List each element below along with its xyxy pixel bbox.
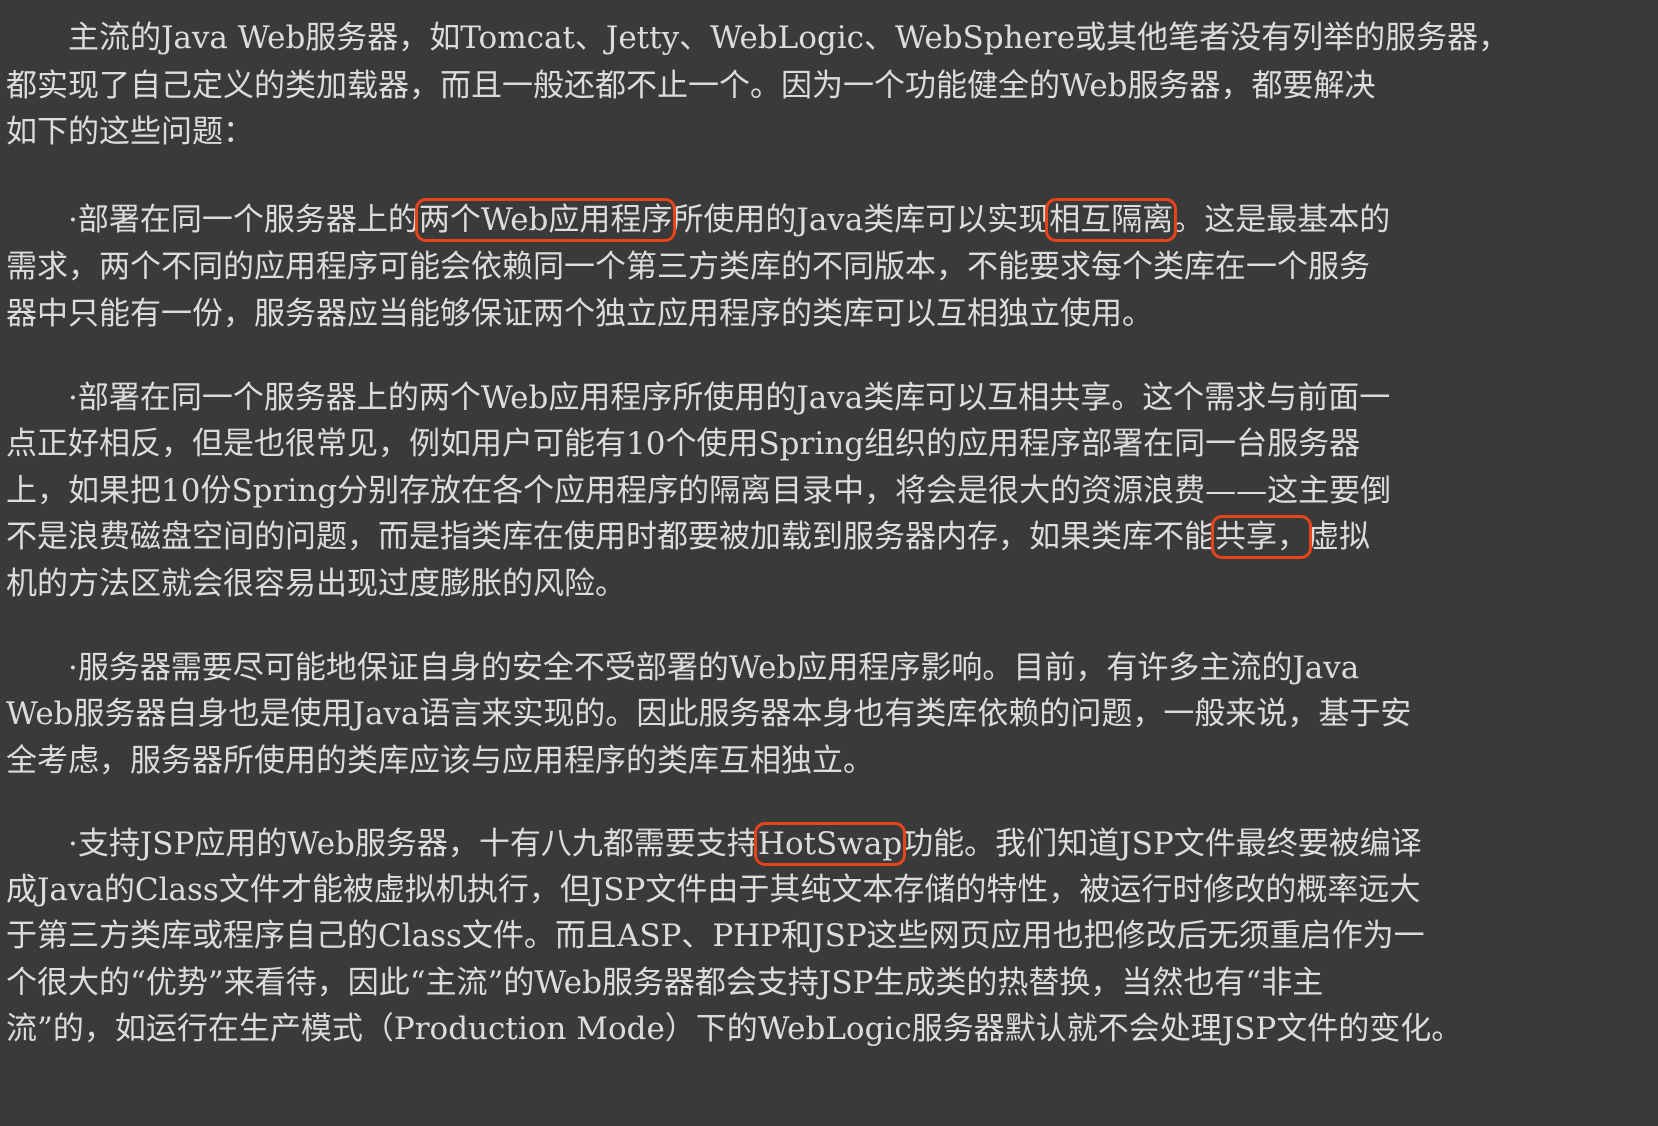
text-line: 于第三方类库或程序自己的Class文件。而且ASP、PHP和JSP这些网页应用也… (6, 918, 1425, 954)
text-line: 都实现了自己定义的类加载器，而且一般还都不止一个。因为一个功能健全的Web服务器… (6, 68, 1376, 104)
text-span: 所使用的Java类库可以实现 (672, 202, 1050, 238)
text-line: Web服务器自身也是使用Java语言来实现的。因此服务器本身也有类库依赖的问题，… (6, 696, 1412, 732)
highlight-isolation: 相互隔离 (1045, 198, 1178, 242)
text-span: 功能。我们知道JSP文件最终要被编译 (902, 826, 1422, 862)
text-line: 全考虑，服务器所使用的类库应该与应用程序的类库互相独立。 (6, 743, 874, 779)
text-line: ·服务器需要尽可能地保证自身的安全不受部署的Web应用程序影响。目前，有许多主流… (6, 650, 1360, 686)
text-line: ·支持JSP应用的Web服务器，十有八九都需要支持HotSwap功能。我们知道J… (6, 820, 1422, 868)
text-line: 机的方法区就会很容易出现过度膨胀的风险。 (6, 566, 626, 602)
highlight-sharing: 共享， (1211, 515, 1312, 559)
text-line: 主流的Java Web服务器，如Tomcat、Jetty、WebLogic、We… (6, 20, 1510, 56)
document-page: 主流的Java Web服务器，如Tomcat、Jetty、WebLogic、We… (0, 0, 1658, 1126)
text-line: ·部署在同一个服务器上的两个Web应用程序所使用的Java类库可以互相共享。这个… (6, 380, 1391, 416)
text-line: 成Java的Class文件才能被虚拟机执行，但JSP文件由于其纯文本存储的特性，… (6, 872, 1421, 908)
text-span: 。这是最基本的 (1173, 202, 1391, 238)
text-span: 虚拟 (1308, 519, 1370, 555)
text-line: 上，如果把10份Spring分别存放在各个应用程序的隔离目录中，将会是很大的资源… (6, 473, 1392, 509)
text-span: ·支持JSP应用的Web服务器，十有八九都需要支持 (6, 826, 758, 862)
text-line: 流”的，如运行在生产模式（Production Mode）下的WebLogic服… (6, 1011, 1463, 1047)
text-line: 不是浪费磁盘空间的问题，而是指类库在使用时都要被加载到服务器内存，如果类库不能共… (6, 513, 1370, 561)
text-line: 点正好相反，但是也很常见，例如用户可能有10个使用Spring组织的应用程序部署… (6, 426, 1361, 462)
text-line: 个很大的“优势”来看待，因此“主流”的Web服务器都会支持JSP生成类的热替换，… (6, 965, 1324, 1001)
text-line: 需求，两个不同的应用程序可能会依赖同一个第三方类库的不同版本，不能要求每个类库在… (6, 249, 1370, 285)
text-line: ·部署在同一个服务器上的两个Web应用程序所使用的Java类库可以实现相互隔离。… (6, 196, 1390, 244)
highlight-hotswap: HotSwap (753, 822, 907, 866)
text-line: 如下的这些问题： (6, 114, 254, 150)
text-span: 不是浪费磁盘空间的问题，而是指类库在使用时都要被加载到服务器内存，如果类库不能 (6, 519, 1215, 555)
text-span: ·部署在同一个服务器上的 (6, 202, 419, 238)
text-line: 器中只能有一份，服务器应当能够保证两个独立应用程序的类库可以互相独立使用。 (6, 296, 1153, 332)
highlight-two-web-apps: 两个Web应用程序 (414, 198, 677, 242)
